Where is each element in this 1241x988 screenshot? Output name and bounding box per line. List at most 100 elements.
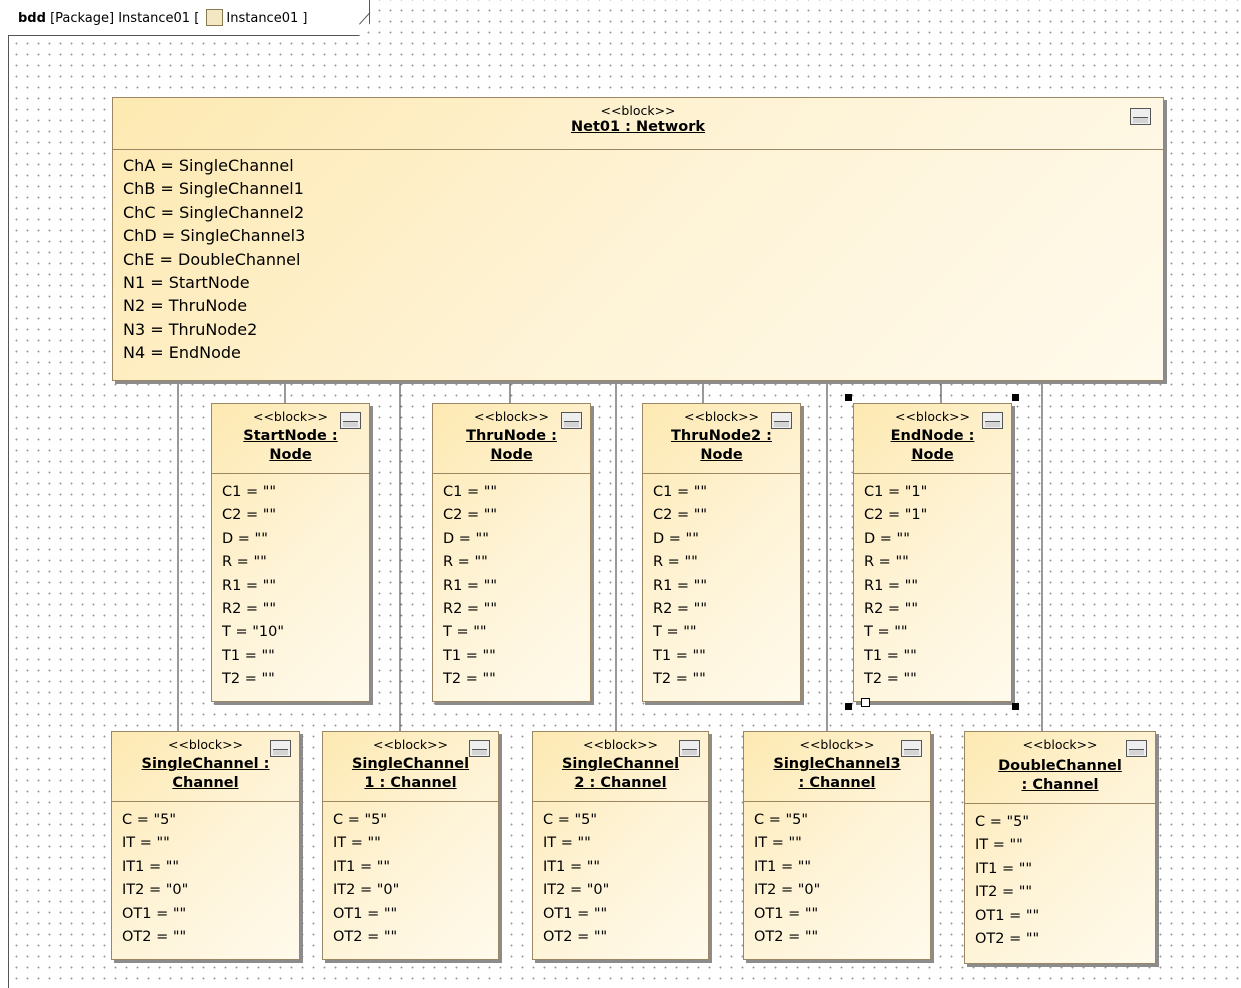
slot-list: C1 = "" C2 = "" D = "" R = "" R1 = "" R2…: [433, 474, 590, 692]
selection-handle-top-right[interactable]: [1012, 394, 1019, 401]
block-name-line1: ThruNode :: [466, 428, 557, 444]
slot-value: IT2 = "": [975, 884, 1033, 901]
block-net01-network[interactable]: <<block>> Net01 : Network ChA = SingleCh…: [112, 97, 1164, 381]
block-header: <<block>> DoubleChannel : Channel: [965, 732, 1155, 804]
block-singlechannel[interactable]: <<block>> SingleChannel : Channel C = "5…: [111, 731, 300, 960]
slot-list: C = "5" IT = "" IT1 = "" IT2 = "0" OT1 =…: [533, 802, 708, 949]
slot-value: ChE = DoubleChannel: [123, 249, 301, 269]
slot-value: OT2 = "": [122, 929, 187, 946]
slot-value: C1 = "1": [864, 484, 928, 500]
compartment-toggle-icon[interactable]: [1130, 108, 1151, 125]
block-startnode[interactable]: <<block>> StartNode : Node C1 = "" C2 = …: [211, 403, 370, 702]
block-name-line1: SingleChannel :: [141, 756, 270, 772]
compartment-toggle-icon[interactable]: [679, 740, 700, 757]
block-doublechannel[interactable]: <<block>> DoubleChannel : Channel C = "5…: [964, 731, 1156, 964]
slot-list: C = "5" IT = "" IT1 = "" IT2 = "0" OT1 =…: [323, 802, 498, 949]
block-singlechannel3[interactable]: <<block>> SingleChannel3 : Channel C = "…: [743, 731, 931, 960]
selection-handle-bottom-left[interactable]: [845, 703, 852, 710]
slot-value: C1 = "": [222, 484, 277, 500]
block-name-line2: : Channel: [798, 775, 876, 791]
block-name-line1: StartNode :: [243, 428, 338, 444]
compartment-toggle-icon[interactable]: [1126, 740, 1147, 757]
block-endnode[interactable]: <<block>> EndNode : Node C1 = "1" C2 = "…: [853, 403, 1012, 702]
slot-value: T1 = "": [222, 647, 275, 664]
slot-list: C = "5" IT = "" IT1 = "" IT2 = "" OT1 = …: [965, 804, 1155, 951]
stereotype-label: <<block>>: [600, 103, 676, 118]
slot-value: T1 = "": [864, 647, 917, 664]
block-header: <<block>> Net01 : Network: [113, 98, 1163, 150]
compartment-toggle-icon[interactable]: [901, 740, 922, 757]
slot-list: ChA = SingleChannel ChB = SingleChannel1…: [113, 150, 1163, 365]
block-header: <<block>> EndNode : Node: [854, 404, 1011, 474]
slot-value: R1 = "": [222, 577, 277, 594]
slot-value: C = "5": [122, 812, 177, 828]
slot-value: IT1 = "": [333, 858, 391, 875]
block-name-line2: Node: [269, 447, 312, 463]
slot-value: IT = "": [122, 835, 170, 852]
block-header: <<block>> SingleChannel3 : Channel: [744, 732, 930, 802]
block-name-line2: Node: [700, 447, 743, 463]
selection-handle-bottom-right[interactable]: [1012, 703, 1019, 710]
compartment-toggle-icon[interactable]: [469, 740, 490, 757]
slot-value: OT1 = "": [122, 905, 187, 922]
slot-value: R = "": [653, 554, 698, 571]
slot-value: OT2 = "": [975, 931, 1040, 948]
slot-value: C = "5": [543, 812, 598, 828]
block-header: <<block>> SingleChannel 1 : Channel: [323, 732, 498, 802]
slot-value: R = "": [443, 554, 488, 571]
block-singlechannel1[interactable]: <<block>> SingleChannel 1 : Channel C = …: [322, 731, 499, 960]
slot-value: IT2 = "0": [333, 882, 400, 899]
block-thrunode[interactable]: <<block>> ThruNode : Node C1 = "" C2 = "…: [432, 403, 591, 702]
compartment-toggle-icon[interactable]: [982, 412, 1003, 429]
slot-value: T2 = "": [443, 671, 496, 688]
slot-value: T1 = "": [443, 647, 496, 664]
block-name-line2: 2 : Channel: [574, 775, 667, 791]
slot-value: R2 = "": [864, 601, 919, 618]
slot-value: N4 = EndNode: [123, 343, 241, 363]
slot-value: C1 = "": [653, 484, 708, 500]
block-name-line1: SingleChannel: [561, 756, 680, 772]
slot-value: C1 = "": [443, 484, 498, 500]
slot-value: R2 = "": [443, 601, 498, 618]
block-name-line1: EndNode :: [890, 428, 975, 444]
block-header: <<block>> SingleChannel : Channel: [112, 732, 299, 802]
slot-value: ChA = SingleChannel: [123, 156, 294, 175]
compartment-toggle-icon[interactable]: [340, 412, 361, 429]
compartment-toggle-icon[interactable]: [561, 412, 582, 429]
block-name-line2: Node: [490, 447, 533, 463]
block-name-line1: DoubleChannel: [998, 758, 1122, 774]
slot-value: T = "": [653, 624, 697, 641]
slot-value: IT = "": [333, 835, 381, 852]
slot-value: R2 = "": [222, 601, 277, 618]
slot-value: IT1 = "": [122, 858, 180, 875]
slot-value: D = "": [864, 530, 910, 547]
block-name-line2: Node: [911, 447, 954, 463]
slot-value: T2 = "": [222, 671, 275, 688]
block-name-line1: SingleChannel3: [773, 756, 901, 772]
slot-value: R2 = "": [653, 601, 708, 618]
slot-value: IT2 = "0": [754, 882, 821, 899]
slot-value: C2 = "": [443, 507, 498, 524]
compartment-toggle-icon[interactable]: [270, 740, 291, 757]
block-thrunode2[interactable]: <<block>> ThruNode2 : Node C1 = "" C2 = …: [642, 403, 801, 702]
slot-list: C1 = "" C2 = "" D = "" R = "" R1 = "" R2…: [212, 474, 369, 692]
slot-value: OT1 = "": [754, 905, 819, 922]
slot-value: C2 = "1": [864, 507, 928, 524]
slot-value: ChB = SingleChannel1: [123, 179, 304, 199]
slot-value: T = "": [864, 624, 908, 641]
slot-value: N1 = StartNode: [123, 273, 250, 293]
compartment-toggle-icon[interactable]: [771, 412, 792, 429]
slot-value: T2 = "": [653, 671, 706, 688]
slot-value: D = "": [443, 530, 489, 547]
slot-value: C2 = "": [653, 507, 708, 524]
selection-handle-top-left[interactable]: [845, 394, 852, 401]
resize-corner-icon[interactable]: [861, 698, 870, 707]
slot-value: C = "5": [333, 812, 388, 828]
block-name-line1: SingleChannel: [351, 756, 470, 772]
slot-value: IT1 = "": [975, 860, 1033, 877]
slot-value: IT = "": [754, 835, 802, 852]
block-singlechannel2[interactable]: <<block>> SingleChannel 2 : Channel C = …: [532, 731, 709, 960]
slot-value: IT = "": [975, 837, 1023, 854]
slot-value: R1 = "": [864, 577, 919, 594]
slot-list: C1 = "1" C2 = "1" D = "" R = "" R1 = "" …: [854, 474, 1011, 692]
